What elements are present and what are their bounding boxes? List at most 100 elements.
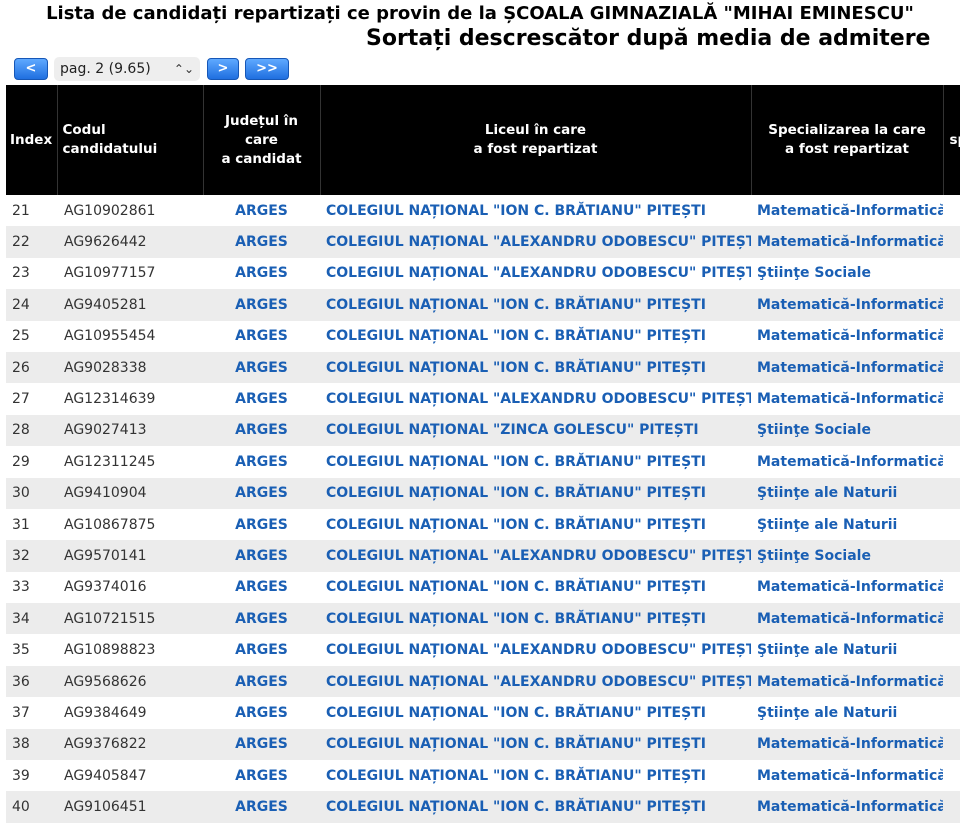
cell-county-link[interactable]: ARGES: [203, 414, 320, 447]
cell-candidate-code: AG9384649: [57, 697, 203, 729]
cell-highschool-link[interactable]: COLEGIUL NAȚIONAL "ALEXANDRU ODOBESCU" P…: [320, 665, 751, 698]
cell-candidate-code: AG9626442: [57, 226, 203, 258]
cell-highschool-link[interactable]: COLEGIUL NAȚIONAL "ION C. BRĂTIANU" PITE…: [320, 446, 751, 478]
cell-specialization-link[interactable]: Ştiinţe ale Naturii: [751, 697, 943, 729]
column-header-specializare[interactable]: Specializarea la care a fost repartizat: [751, 85, 944, 195]
cell-highschool-link[interactable]: COLEGIUL NAȚIONAL "ION C. BRĂTIANU" PITE…: [320, 728, 751, 761]
cell-candidate-code: AG9410904: [57, 477, 203, 509]
cell-extra: [943, 603, 960, 635]
cell-county-link[interactable]: ARGES: [203, 571, 320, 604]
table-row: 30 AG9410904 ARGES COLEGIUL NAȚIONAL "ION C…: [6, 477, 960, 509]
cell-highschool-link[interactable]: COLEGIUL NAȚIONAL "ION C. BRĂTIANU" PITE…: [320, 351, 751, 384]
cell-specialization-link[interactable]: Ştiinţe ale Naturii: [751, 634, 943, 666]
cell-county-link[interactable]: ARGES: [203, 257, 320, 290]
table-row: 31 AG10867875 ARGES COLEGIUL NAȚIONAL "ION …: [6, 508, 960, 541]
cell-county-link[interactable]: ARGES: [203, 603, 320, 635]
cell-county-link[interactable]: ARGES: [203, 351, 320, 384]
cell-extra: [943, 571, 960, 604]
cell-specialization-link[interactable]: Matematică-Informatică: [751, 351, 943, 384]
cell-index: 25: [6, 320, 57, 352]
cell-highschool-link[interactable]: COLEGIUL NAȚIONAL "ALEXANDRU ODOBESCU" P…: [320, 383, 751, 415]
column-header-cod[interactable]: Codul candidatului: [57, 85, 204, 195]
cell-specialization-link[interactable]: Ştiinţe Sociale: [751, 257, 943, 290]
table-row: 32 AG9570141 ARGES COLEGIUL NAȚIONAL "ALEXA…: [6, 540, 960, 572]
cell-specialization-link[interactable]: Matematică-Informatică: [751, 289, 943, 321]
cell-county-link[interactable]: ARGES: [203, 477, 320, 509]
last-page-button[interactable]: >>: [245, 58, 289, 80]
cell-specialization-link[interactable]: Matematică-Informatică: [751, 571, 943, 604]
cell-index: 35: [6, 634, 57, 666]
column-header-liceu[interactable]: Liceul în care a fost repartizat: [320, 85, 752, 195]
cell-extra: [943, 508, 960, 541]
cell-highschool-link[interactable]: COLEGIUL NAȚIONAL "ION C. BRĂTIANU" PITE…: [320, 603, 751, 635]
cell-specialization-link[interactable]: Matematică-Informatică: [751, 603, 943, 635]
cell-extra: [943, 289, 960, 321]
cell-candidate-code: AG10898823: [57, 634, 203, 666]
cell-highschool-link[interactable]: COLEGIUL NAȚIONAL "ION C. BRĂTIANU" PITE…: [320, 289, 751, 321]
cell-highschool-link[interactable]: COLEGIUL NAȚIONAL "ZINCA GOLESCU" PITEȘT…: [320, 414, 751, 447]
cell-index: 37: [6, 697, 57, 729]
cell-index: 28: [6, 414, 57, 447]
cell-specialization-link[interactable]: Ştiinţe ale Naturii: [751, 508, 943, 541]
cell-county-link[interactable]: ARGES: [203, 320, 320, 352]
column-header-extra[interactable]: sp: [943, 85, 960, 195]
cell-county-link[interactable]: ARGES: [203, 195, 320, 227]
cell-extra: [943, 540, 960, 572]
cell-index: 27: [6, 383, 57, 415]
sort-subtitle: Sortați descrescător după media de admit…: [366, 26, 931, 51]
cell-index: 31: [6, 508, 57, 541]
cell-specialization-link[interactable]: Matematică-Informatică: [751, 383, 943, 415]
cell-specialization-link[interactable]: Matematică-Informatică: [751, 320, 943, 352]
cell-highschool-link[interactable]: COLEGIUL NAȚIONAL "ALEXANDRU ODOBESCU" P…: [320, 634, 751, 666]
cell-specialization-link[interactable]: Matematică-Informatică: [751, 665, 943, 698]
cell-candidate-code: AG10721515: [57, 603, 203, 635]
cell-highschool-link[interactable]: COLEGIUL NAȚIONAL "ION C. BRĂTIANU" PITE…: [320, 195, 751, 227]
cell-highschool-link[interactable]: COLEGIUL NAȚIONAL "ION C. BRĂTIANU" PITE…: [320, 477, 751, 509]
cell-county-link[interactable]: ARGES: [203, 634, 320, 666]
cell-county-link[interactable]: ARGES: [203, 446, 320, 478]
cell-county-link[interactable]: ARGES: [203, 697, 320, 729]
table-body: 21 AG10902861 ARGES COLEGIUL NAȚIONAL "ION …: [6, 195, 960, 823]
cell-specialization-link[interactable]: Matematică-Informatică: [751, 195, 943, 227]
next-page-button[interactable]: >: [207, 58, 239, 80]
cell-specialization-link[interactable]: Matematică-Informatică: [751, 226, 943, 258]
cell-highschool-link[interactable]: COLEGIUL NAȚIONAL "ION C. BRĂTIANU" PITE…: [320, 697, 751, 729]
cell-county-link[interactable]: ARGES: [203, 760, 320, 792]
cell-specialization-link[interactable]: Matematică-Informatică: [751, 760, 943, 792]
cell-candidate-code: AG9028338: [57, 351, 203, 384]
cell-specialization-link[interactable]: Ştiinţe Sociale: [751, 414, 943, 447]
cell-county-link[interactable]: ARGES: [203, 665, 320, 698]
cell-highschool-link[interactable]: COLEGIUL NAȚIONAL "ALEXANDRU ODOBESCU" P…: [320, 226, 751, 258]
cell-index: 22: [6, 226, 57, 258]
cell-candidate-code: AG9405281: [57, 289, 203, 321]
cell-county-link[interactable]: ARGES: [203, 383, 320, 415]
cell-highschool-link[interactable]: COLEGIUL NAȚIONAL "ION C. BRĂTIANU" PITE…: [320, 320, 751, 352]
page-select-value: pag. 2 (9.65): [60, 61, 151, 77]
cell-county-link[interactable]: ARGES: [203, 728, 320, 761]
page-select[interactable]: pag. 2 (9.65) ⌃⌄: [54, 57, 200, 81]
cell-county-link[interactable]: ARGES: [203, 791, 320, 823]
prev-page-button[interactable]: <: [14, 58, 48, 80]
cell-highschool-link[interactable]: COLEGIUL NAȚIONAL "ION C. BRĂTIANU" PITE…: [320, 760, 751, 792]
cell-specialization-link[interactable]: Matematică-Informatică: [751, 728, 943, 761]
cell-highschool-link[interactable]: COLEGIUL NAȚIONAL "ION C. BRĂTIANU" PITE…: [320, 791, 751, 823]
up-down-chevron-icon: ⌃⌄: [173, 62, 194, 76]
cell-highschool-link[interactable]: COLEGIUL NAȚIONAL "ION C. BRĂTIANU" PITE…: [320, 571, 751, 604]
column-header-index[interactable]: Index: [6, 85, 58, 195]
cell-county-link[interactable]: ARGES: [203, 289, 320, 321]
cell-county-link[interactable]: ARGES: [203, 508, 320, 541]
cell-extra: [943, 446, 960, 478]
cell-specialization-link[interactable]: Ştiinţe ale Naturii: [751, 477, 943, 509]
cell-highschool-link[interactable]: COLEGIUL NAȚIONAL "ION C. BRĂTIANU" PITE…: [320, 508, 751, 541]
cell-candidate-code: AG9570141: [57, 540, 203, 572]
cell-specialization-link[interactable]: Matematică-Informatică: [751, 791, 943, 823]
cell-extra: [943, 634, 960, 666]
cell-county-link[interactable]: ARGES: [203, 226, 320, 258]
cell-highschool-link[interactable]: COLEGIUL NAȚIONAL "ALEXANDRU ODOBESCU" P…: [320, 257, 751, 290]
cell-highschool-link[interactable]: COLEGIUL NAȚIONAL "ALEXANDRU ODOBESCU" P…: [320, 540, 751, 572]
cell-county-link[interactable]: ARGES: [203, 540, 320, 572]
cell-specialization-link[interactable]: Matematică-Informatică: [751, 446, 943, 478]
cell-extra: [943, 760, 960, 792]
column-header-judet[interactable]: Județul în care a candidat: [203, 85, 321, 195]
cell-specialization-link[interactable]: Ştiinţe Sociale: [751, 540, 943, 572]
